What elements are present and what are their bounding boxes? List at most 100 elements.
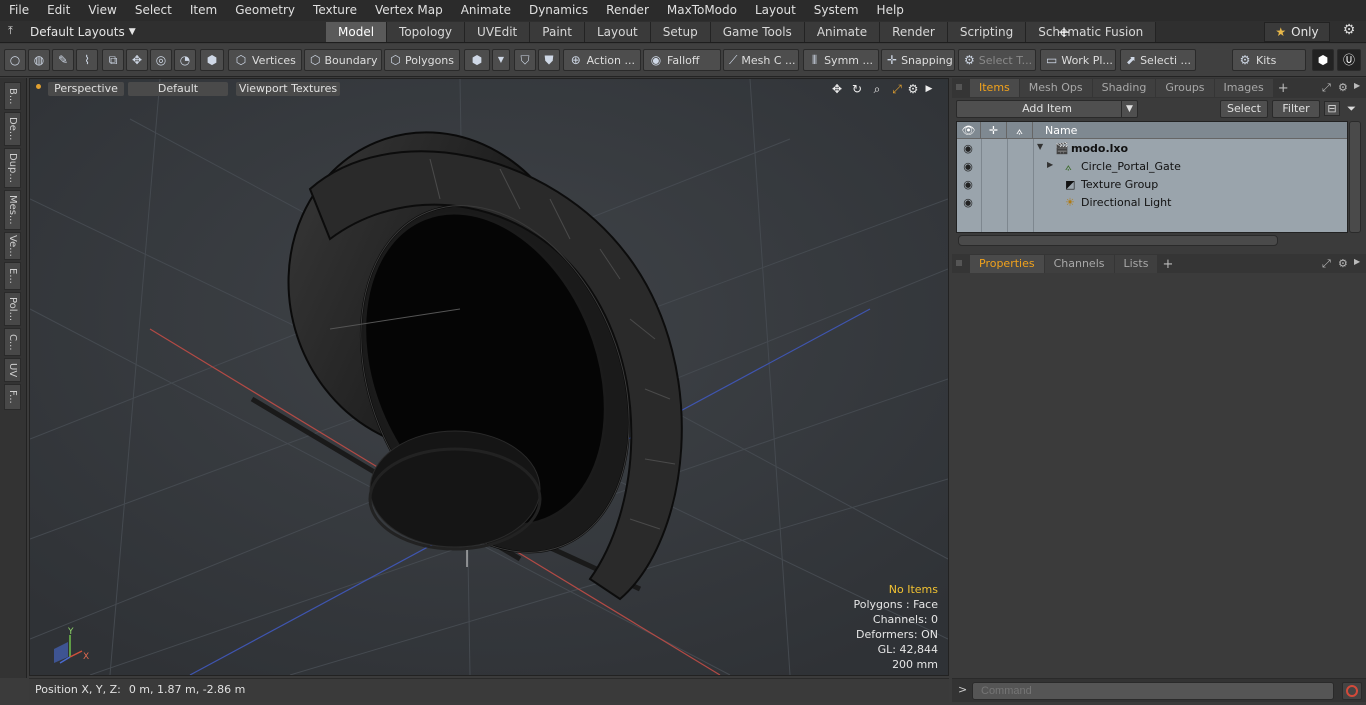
list-item-light[interactable]: ◉ ☀ Directional Light — [957, 194, 1347, 212]
add-panel-tab-icon[interactable]: + — [1158, 257, 1177, 272]
orbit-icon[interactable]: ↻ — [850, 82, 864, 96]
layout-selector[interactable]: Default Layouts ▼ — [30, 24, 136, 40]
circle-tool-button[interactable]: ○ — [4, 49, 26, 71]
left-tab-7[interactable]: C... — [4, 328, 21, 356]
menu-item-vertex-map[interactable]: Vertex Map — [366, 0, 452, 21]
kits-button[interactable]: ⚙ Kits — [1232, 49, 1306, 71]
eye-icon[interactable]: ◉ — [961, 178, 975, 191]
work-plane-button[interactable]: ▭ Work Pl... — [1040, 49, 1116, 71]
panel-handle-icon[interactable] — [956, 260, 962, 266]
3d-viewport[interactable]: Y X Perspective Default Viewport Texture… — [29, 78, 949, 676]
left-tab-9[interactable]: F... — [4, 384, 21, 410]
tab-groups[interactable]: Groups — [1156, 79, 1214, 97]
pan-icon[interactable]: ✥ — [830, 82, 844, 96]
tab-animate[interactable]: Animate — [804, 22, 881, 42]
panel-handle-icon[interactable] — [956, 84, 962, 90]
menu-item-layout[interactable]: Layout — [746, 0, 805, 21]
left-tab-8[interactable]: UV — [4, 358, 21, 382]
tab-properties[interactable]: Properties — [970, 255, 1044, 273]
fit-icon[interactable]: ⤢ — [890, 82, 904, 96]
expand-caret-icon[interactable]: ▶ — [1047, 160, 1053, 169]
tab-uvedit[interactable]: UVEdit — [465, 22, 531, 42]
transform-tool-button[interactable]: ⧉ — [102, 49, 124, 71]
scale-tool-button[interactable]: ◔ — [174, 49, 196, 71]
tab-setup[interactable]: Setup — [650, 22, 711, 42]
item-list-horizontal-scrollbar[interactable] — [958, 235, 1278, 246]
selection-sets-button[interactable]: ⬈ Selecti ... — [1120, 49, 1196, 71]
maximize-icon[interactable]: ⤢ — [1322, 81, 1331, 95]
left-tab-3[interactable]: Mes... — [4, 190, 21, 230]
tab-mesh-ops[interactable]: Mesh Ops — [1019, 79, 1092, 97]
mode-dropdown-button[interactable]: ▼ — [492, 49, 510, 71]
eye-icon[interactable]: ◉ — [961, 160, 975, 173]
select-button[interactable]: Select — [1220, 100, 1268, 118]
menu-item-view[interactable]: View — [79, 0, 125, 21]
viewport-gear-icon[interactable]: ⚙ — [906, 82, 920, 96]
add-panel-tab-icon[interactable]: + — [1274, 81, 1293, 96]
tab-images[interactable]: Images — [1214, 79, 1273, 97]
left-tab-5[interactable]: E... — [4, 262, 21, 290]
item-mode-button[interactable]: ⬢ — [200, 49, 224, 71]
gear-icon[interactable]: ⚙ — [1338, 22, 1360, 42]
name-column-header[interactable]: Name — [1033, 122, 1347, 139]
record-macro-button[interactable] — [1342, 682, 1362, 700]
lock-column-icon[interactable]: ✛ — [981, 122, 1007, 139]
tab-shading[interactable]: Shading — [1092, 79, 1156, 97]
maximize-icon[interactable]: ⤢ — [1322, 257, 1331, 271]
eye-icon[interactable]: ◉ — [961, 196, 975, 209]
tab-channels[interactable]: Channels — [1044, 255, 1114, 273]
menu-item-help[interactable]: Help — [868, 0, 913, 21]
tab-topology[interactable]: Topology — [387, 22, 466, 42]
tab-schematic-fusion[interactable]: Schematic Fusion — [1026, 22, 1157, 42]
eye-icon[interactable]: ◉ — [961, 142, 975, 155]
action-center-button[interactable]: ⊕ Action ... — [563, 49, 641, 71]
menu-item-geometry[interactable]: Geometry — [226, 0, 304, 21]
left-tab-0[interactable]: B... — [4, 82, 21, 110]
filter-button[interactable]: Filter — [1272, 100, 1320, 118]
viewport-textures-button[interactable]: Viewport Textures — [236, 82, 340, 96]
viewport-menu-icon[interactable]: ▶ — [922, 82, 936, 96]
menu-item-texture[interactable]: Texture — [304, 0, 366, 21]
menu-item-item[interactable]: Item — [181, 0, 226, 21]
type-column-icon[interactable]: ⟑ — [1007, 122, 1033, 139]
boundary-button[interactable]: ⬡ Boundary — [304, 49, 382, 71]
menu-item-maxtomodo[interactable]: MaxToModo — [658, 0, 746, 21]
tab-game-tools[interactable]: Game Tools — [710, 22, 805, 42]
panel-menu-icon[interactable]: ▶ — [1354, 257, 1360, 266]
tab-items[interactable]: Items — [970, 79, 1019, 97]
visibility-column-icon[interactable]: 👁 — [957, 122, 981, 139]
command-input[interactable] — [972, 682, 1334, 700]
symmetry-button[interactable]: ⫴ Symm ... — [803, 49, 879, 71]
falloff-button[interactable]: ◉ Falloff — [643, 49, 721, 71]
collapse-icon[interactable]: ⊟ — [1324, 101, 1340, 116]
tab-scripting[interactable]: Scripting — [947, 22, 1027, 42]
item-list-vertical-scrollbar[interactable] — [1349, 121, 1361, 233]
list-item-mesh[interactable]: ◉ ▶ ⟑ Circle_Portal_Gate — [957, 158, 1347, 176]
tab-render[interactable]: Render — [880, 22, 948, 42]
left-tab-2[interactable]: Dup... — [4, 148, 21, 188]
panel-gear-icon[interactable]: ⚙ — [1338, 257, 1348, 270]
left-tab-4[interactable]: Ve... — [4, 232, 21, 260]
polygons-button[interactable]: ⬡ Polygons — [384, 49, 460, 71]
add-item-button[interactable]: Add Item ▼ — [956, 100, 1138, 118]
shading-button[interactable]: Default — [128, 82, 228, 96]
list-item-scene[interactable]: ◉ ▼ 🎬 modo.lxo — [957, 140, 1347, 158]
layout-up-icon[interactable]: ⤒ — [8, 24, 22, 40]
tab-model[interactable]: Model — [326, 22, 388, 42]
menu-item-dynamics[interactable]: Dynamics — [520, 0, 597, 21]
brush-tool-button[interactable]: ⌇ — [76, 49, 98, 71]
left-tab-1[interactable]: De... — [4, 112, 21, 146]
view-mode-button[interactable]: Perspective — [48, 82, 124, 96]
menu-item-render[interactable]: Render — [597, 0, 658, 21]
sphere-tool-button[interactable]: ◍ — [28, 49, 50, 71]
auto-select-button[interactable]: ⛊ — [538, 49, 560, 71]
list-item-texture-group[interactable]: ◉ ◩ Texture Group — [957, 176, 1347, 194]
menu-item-animate[interactable]: Animate — [452, 0, 520, 21]
menu-item-system[interactable]: System — [805, 0, 868, 21]
viewport-dot-icon[interactable] — [36, 84, 41, 89]
pen-tool-button[interactable]: ✎ — [52, 49, 74, 71]
add-tab-icon[interactable]: + — [1056, 23, 1072, 41]
panel-gear-icon[interactable]: ⚙ — [1338, 81, 1348, 94]
tab-paint[interactable]: Paint — [530, 22, 585, 42]
mesh-constraint-button[interactable]: ⟋ Mesh C ... — [723, 49, 799, 71]
